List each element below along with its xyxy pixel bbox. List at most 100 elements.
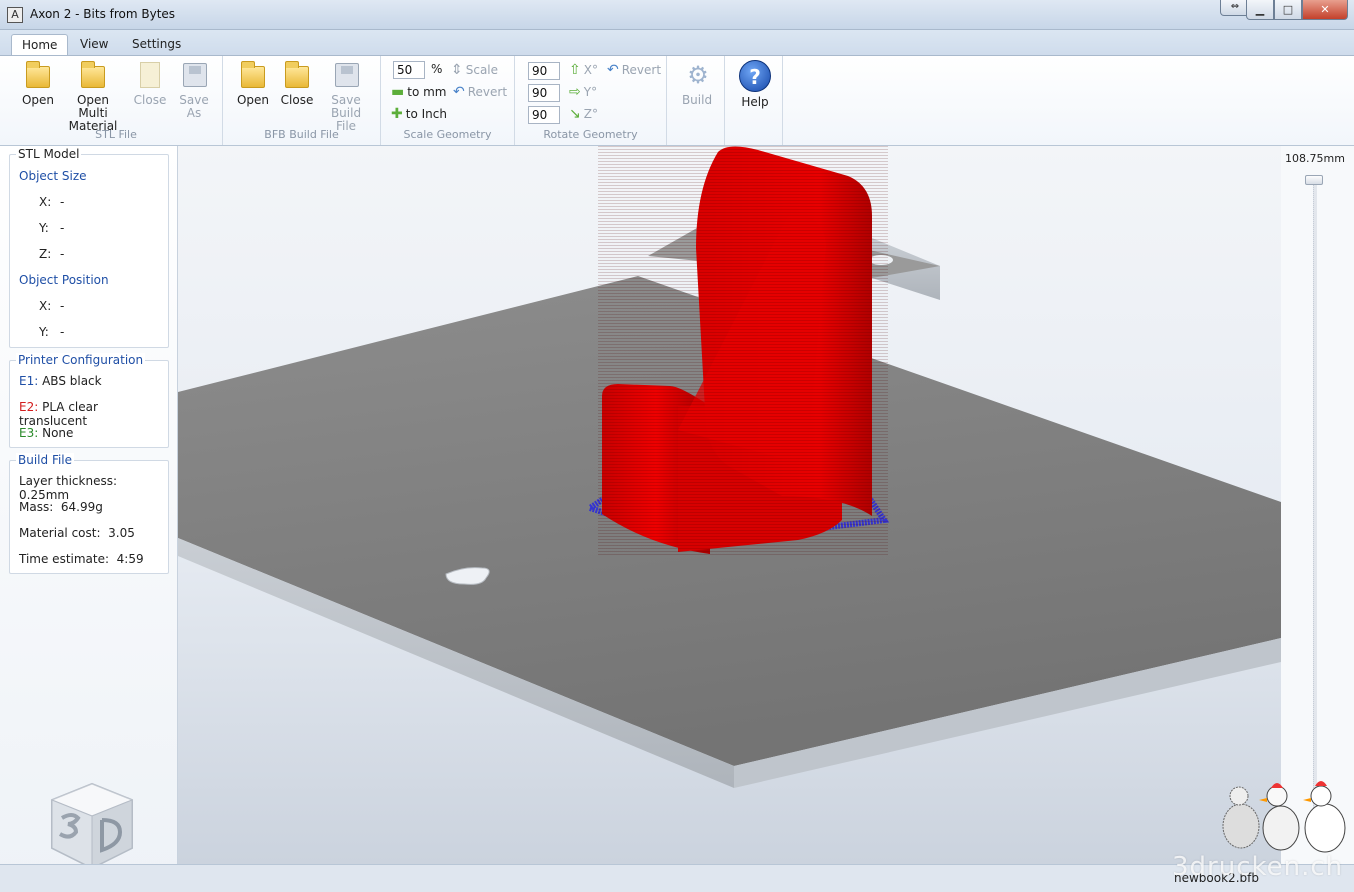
folder-icon	[241, 61, 265, 88]
stl-model-title: STL Model	[16, 147, 82, 161]
window-title: Axon 2 - Bits from Bytes	[30, 7, 176, 21]
rotate-y-button[interactable]: ⇨ Y°	[569, 84, 597, 100]
save-disk-icon	[183, 63, 207, 87]
build-scene[interactable]	[178, 146, 1281, 864]
mesh-chicken	[1222, 786, 1260, 849]
bfb-open-button[interactable]: Open	[235, 60, 271, 107]
pos-y-label: Y:	[39, 325, 49, 339]
layer-lines	[598, 146, 888, 556]
build-file-box: Build File Layer thickness: 0.25mm Mass:…	[9, 453, 169, 574]
group-build: ⚙ Build	[667, 56, 725, 145]
layer-slider-panel: 108.75mm	[1281, 146, 1354, 864]
group-scale-geometry: 50 % ⇕ Scale ▬ to mm ↶ Revert ✚ to Inch …	[381, 56, 515, 145]
rotate-z-input[interactable]: 90	[528, 106, 560, 124]
group-label-scale-geometry: Scale Geometry	[403, 128, 492, 141]
object-position-heading: Object Position	[19, 273, 109, 287]
revert-icon: ↶	[607, 62, 619, 78]
mass-row: Mass: 64.99g	[19, 500, 103, 514]
pos-y-value: -	[60, 325, 65, 339]
tab-settings[interactable]: Settings	[122, 34, 191, 55]
layer-height-label: 108.75mm	[1285, 152, 1345, 165]
orange-chicken	[1259, 783, 1300, 851]
size-y-value: -	[60, 221, 65, 235]
status-bar: newbook2.bfb	[0, 864, 1354, 892]
group-label-rotate-geometry: Rotate Geometry	[543, 128, 638, 141]
title-bar: A Axon 2 - Bits from Bytes ⇔ ▁ □ ✕	[0, 0, 1354, 30]
document-icon	[140, 62, 160, 88]
chicken-mascot-image	[1222, 781, 1346, 853]
stl-open-multi-material-button[interactable]: Open Multi Material	[62, 60, 124, 133]
stl-save-as-button[interactable]: Save As	[174, 60, 214, 120]
build-button[interactable]: ⚙ Build	[677, 60, 717, 107]
scale-button[interactable]: ⇕ Scale	[451, 62, 498, 78]
bfb-save-build-file-button[interactable]: Save Build File	[319, 60, 373, 133]
3d-systems-logo	[50, 782, 134, 870]
folder-icon	[26, 61, 50, 88]
layer-slider-thumb[interactable]	[1305, 175, 1323, 185]
layer-slider-track[interactable]	[1313, 182, 1317, 822]
stl-model-box: STL Model Object Size X: - Y: - Z: - Obj…	[9, 147, 169, 348]
scale-arrows-icon: ⇕	[451, 62, 463, 78]
time-estimate-row: Time estimate: 4:59	[19, 552, 144, 566]
maximize-button[interactable]: □	[1274, 0, 1302, 20]
save-disk-icon	[335, 63, 359, 87]
material-cost-row: Material cost: 3.05	[19, 526, 135, 540]
extruder-3-row: E3: None	[19, 426, 74, 440]
group-rotate-geometry: 90 90 90 ⇧ X° ⇨ Y° ↘ Z° ↶ Revert Rotate …	[515, 56, 667, 145]
pos-x-label: X:	[39, 299, 52, 313]
revert-icon: ↶	[453, 84, 465, 100]
tab-view[interactable]: View	[70, 34, 118, 55]
layer-thickness-row: Layer thickness: 0.25mm	[19, 474, 117, 502]
extruder-1-row: E1: ABS black	[19, 374, 102, 388]
rotate-x-button[interactable]: ⇧ X°	[569, 62, 598, 78]
close-button[interactable]: ✕	[1302, 0, 1348, 20]
help-button[interactable]: ? Help	[738, 60, 772, 109]
rotate-y-input[interactable]: 90	[528, 84, 560, 102]
tab-home[interactable]: Home	[11, 34, 69, 55]
pos-x-value: -	[60, 299, 65, 313]
percent-sign: %	[431, 62, 443, 76]
size-x-label: X:	[39, 195, 52, 209]
minimize-button[interactable]: ▁	[1246, 0, 1274, 20]
to-mm-button[interactable]: ▬ to mm	[391, 84, 446, 100]
to-inch-button[interactable]: ✚ to Inch	[391, 106, 447, 122]
bfb-close-button[interactable]: Close	[279, 60, 315, 107]
folder-icon	[285, 61, 309, 88]
help-icon: ?	[739, 60, 771, 92]
white-chicken	[1303, 781, 1346, 853]
group-help: ? Help	[725, 56, 783, 145]
scale-percent-input[interactable]: 50	[393, 61, 425, 79]
extruder-2-row: E2: PLA clear translucent	[19, 400, 98, 428]
rotate-x-input[interactable]: 90	[528, 62, 560, 80]
stl-close-button[interactable]: Close	[130, 60, 170, 107]
window-controls: ▁ □ ✕	[1246, 0, 1348, 20]
gear-icon: ⚙	[687, 61, 709, 89]
object-size-heading: Object Size	[19, 169, 87, 183]
plus-icon: ✚	[391, 106, 403, 122]
axon-app-icon[interactable]: A	[7, 7, 23, 23]
rotate-revert-button[interactable]: ↶ Revert	[607, 62, 661, 78]
rotate-z-button[interactable]: ↘ Z°	[569, 106, 598, 122]
ribbon-tabs: Home View Settings	[0, 30, 1354, 55]
stl-open-button[interactable]: Open	[20, 60, 56, 107]
group-stl-file: Open Open Multi Material Close Save As S…	[10, 56, 223, 145]
build-file-title: Build File	[16, 453, 75, 467]
3d-viewport[interactable]	[178, 146, 1281, 864]
arrow-right-icon: ⇨	[569, 84, 581, 100]
ribbon: Open Open Multi Material Close Save As S…	[0, 55, 1354, 146]
size-y-label: Y:	[39, 221, 49, 235]
watermark-text: 3drucken.ch	[1172, 852, 1344, 882]
arrow-up-icon: ⇧	[569, 62, 581, 78]
group-label-bfb-build-file: BFB Build File	[264, 128, 339, 141]
printer-configuration-box: Printer Configuration E1: ABS black E2: …	[9, 353, 169, 448]
scale-revert-button[interactable]: ↶ Revert	[453, 84, 507, 100]
size-z-label: Z:	[39, 247, 52, 261]
size-z-value: -	[60, 247, 65, 261]
folder-icon	[81, 61, 105, 88]
minus-icon: ▬	[391, 84, 405, 100]
arrow-curve-icon: ↘	[569, 106, 581, 122]
group-label-stl-file: STL File	[95, 128, 137, 141]
group-bfb-build-file: Open Close Save Build File BFB Build Fil…	[223, 56, 381, 145]
size-x-value: -	[60, 195, 65, 209]
printer-configuration-title: Printer Configuration	[16, 353, 146, 367]
